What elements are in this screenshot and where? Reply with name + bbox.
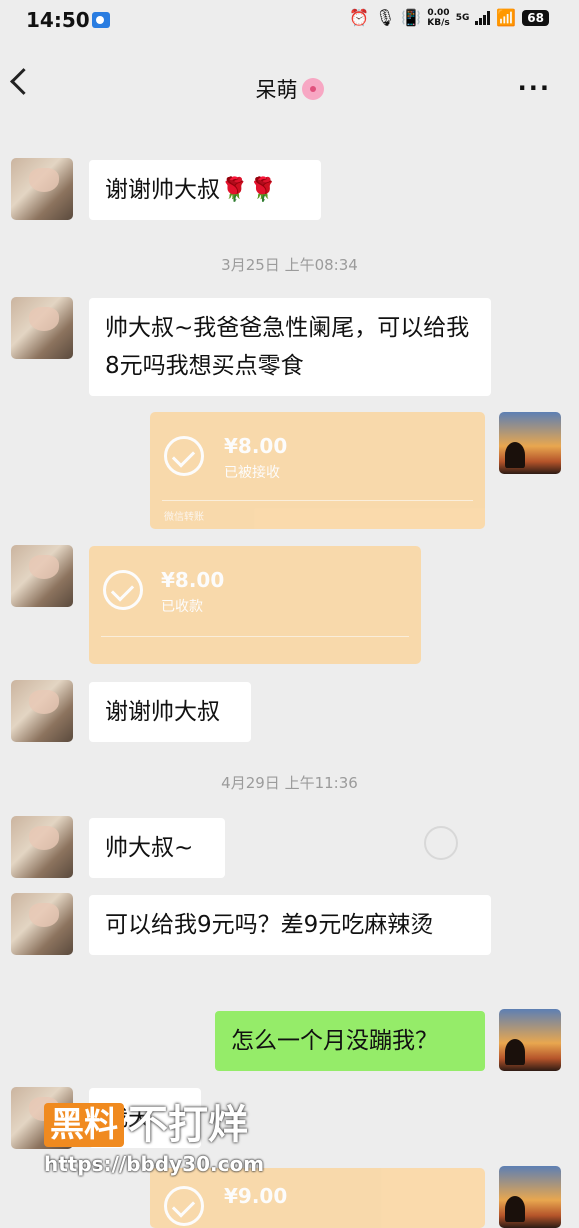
status-time: 14:50	[26, 8, 90, 32]
message-timestamp: 4月29日 上午11:36	[221, 774, 358, 792]
watermark-text: 不打烊	[128, 1102, 248, 1148]
message-bubble-incoming[interactable]: 帅大叔~	[89, 818, 225, 878]
chat-header: 呆萌 ···	[0, 60, 579, 114]
speed-value: 0.00	[427, 8, 450, 18]
watermark-badge: 黑料	[44, 1103, 124, 1147]
transfer-amount: ¥8.00	[224, 434, 288, 458]
self-avatar[interactable]	[499, 1009, 561, 1071]
message-bubble-incoming[interactable]: 帅大叔~我爸爸急性阑尾，可以给我8元吗我想买点零食	[89, 298, 491, 396]
status-bar: 14:50 ⏰ 🎙 📳 0.00 KB/s 5G 📶 68	[0, 0, 579, 42]
check-circle-icon	[164, 1186, 204, 1226]
network-speed: 0.00 KB/s	[427, 8, 449, 28]
contact-avatar[interactable]	[11, 158, 73, 220]
message-bubble-incoming[interactable]: 谢谢帅大叔🌹🌹	[89, 160, 321, 220]
transfer-divider	[162, 500, 473, 501]
transfer-card-incoming[interactable]: ¥8.00 已收款	[89, 546, 421, 664]
vibrate-icon: 📳	[401, 8, 422, 27]
transfer-status: 已被接收	[224, 465, 280, 481]
message-bubble-outgoing[interactable]: 怎么一个月没蹦我？	[215, 1011, 485, 1071]
contact-avatar[interactable]	[11, 816, 73, 878]
self-avatar[interactable]	[499, 412, 561, 474]
cherry-blossom-icon	[301, 78, 324, 100]
wifi-icon: 📶	[496, 8, 517, 27]
contact-name: 呆萌	[255, 78, 298, 102]
watermark-url: https://bbdy30.com	[44, 1152, 265, 1176]
self-avatar[interactable]	[499, 1166, 561, 1228]
transfer-amount: ¥8.00	[161, 568, 225, 592]
battery-icon: 68	[522, 10, 549, 26]
status-icons: ⏰ 🎙 📳 0.00 KB/s 5G 📶 68	[349, 8, 549, 28]
transfer-divider	[101, 636, 409, 637]
more-dots-icon[interactable]: ···	[518, 74, 551, 102]
network-type: 5G	[455, 13, 470, 23]
transfer-amount: ¥9.00	[224, 1184, 288, 1208]
transfer-card-outgoing[interactable]: ¥9.00	[150, 1168, 485, 1228]
contact-avatar[interactable]	[11, 893, 73, 955]
speed-unit: KB/s	[427, 18, 450, 28]
check-circle-icon	[164, 436, 204, 476]
message-bubble-incoming[interactable]: 谢谢帅大叔	[89, 682, 251, 742]
transfer-status: 已收款	[161, 599, 203, 615]
chat-title: 呆萌	[0, 74, 579, 104]
message-bubble-incoming[interactable]: 可以给我9元吗？差9元吃麻辣烫	[89, 895, 491, 955]
mic-icon: 🎙	[375, 8, 396, 27]
alarm-icon: ⏰	[349, 8, 369, 27]
contact-avatar[interactable]	[11, 297, 73, 359]
watermark-logo: 黑料 不打烊	[44, 1102, 248, 1148]
contact-avatar[interactable]	[11, 680, 73, 742]
check-circle-icon	[103, 570, 143, 610]
signal-icon	[475, 11, 491, 25]
transfer-card-outgoing[interactable]: ¥8.00 已被接收 微信转账	[150, 412, 485, 529]
message-timestamp: 3月25日 上午08:34	[221, 256, 358, 274]
screen-record-icon	[92, 12, 110, 28]
transfer-footer: 微信转账	[164, 512, 204, 523]
contact-avatar[interactable]	[11, 545, 73, 607]
faint-circle-artifact	[424, 826, 458, 860]
